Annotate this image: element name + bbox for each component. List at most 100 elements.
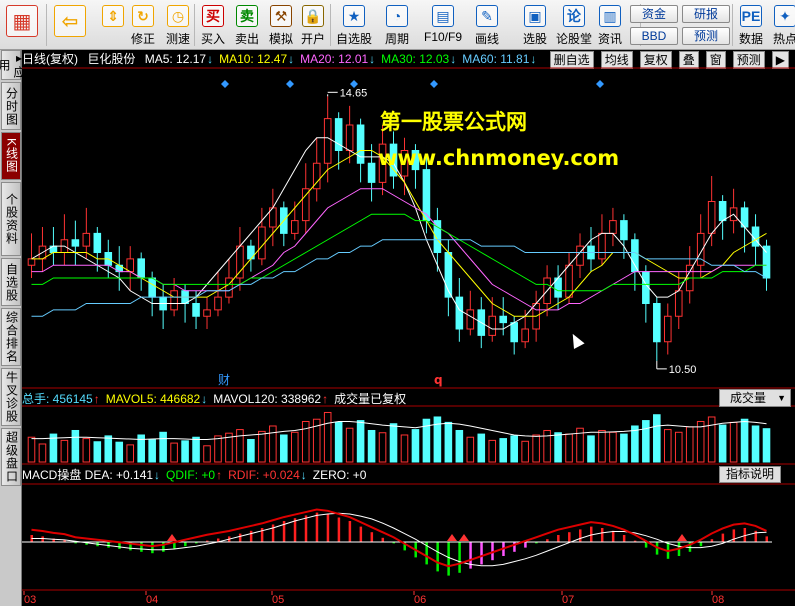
volume-bar [466,436,475,463]
toolbar-separator [194,4,195,46]
volume-bar [685,426,694,463]
candle-body [466,309,475,330]
ma-line-ma10 [31,150,767,317]
volume-bar [718,424,727,463]
volume-bar [247,438,255,463]
macd-bar [622,535,626,542]
chevron-down-icon: ▼ [777,393,786,403]
volume-bar [104,435,113,463]
left-tab-5[interactable]: 综合排名 [1,308,21,366]
volume-bar [71,429,80,463]
volume-bar [148,438,156,463]
toolbar-button-6[interactable]: 卖卖出 [232,3,262,47]
toolbar-icon-button-1[interactable]: ⇦ [48,3,92,47]
volume-bar [214,435,222,463]
macd-signal-arrow-icon [167,534,177,541]
toolbar-button-17[interactable]: ✦ 热点 [770,3,795,47]
volume-bar [488,439,497,463]
period-icon: ◔ [386,5,408,27]
toolbar-button-5[interactable]: 买买入 [198,3,228,47]
toolbar-small-button-3[interactable]: 预测 [682,27,730,45]
toolbar-button-label: 数据 [738,32,763,46]
diamond-marker-0 [221,80,229,88]
volume-bar [532,434,540,463]
volume-bar [38,443,47,463]
toolbar-button-label: 模拟 [268,32,293,46]
toolbar-button-14[interactable]: 论论股堂 [556,3,592,47]
x-axis-label-1: 04 [146,594,158,606]
volume-bar [378,432,387,463]
left-tab-3[interactable]: 个股资料 [1,182,21,256]
volume-bar [751,425,760,463]
candle-body [631,239,639,273]
volume-bar [762,428,771,463]
toolbar-button-12[interactable]: ✎ 画线 [468,3,506,47]
toolbar-button-15[interactable]: ▥ 资讯 [594,3,626,47]
toolbar-button-10[interactable]: ◔ 周期 [378,3,416,47]
candle-body [367,162,376,183]
clock-icon: ◷ [167,5,189,27]
indicator-help-button[interactable]: 指标说明 [719,466,781,483]
toolbar-button-7[interactable]: ⚒ 模拟 [266,3,296,47]
toolbar-separator [330,4,331,46]
volume-bar [707,416,716,463]
candle-body [137,258,145,279]
toolbar-small-button-1[interactable]: BBD [630,27,678,45]
macd-bar [732,529,736,542]
left-tab-1[interactable]: 分时图 [1,82,21,130]
toolbar-small-button-0[interactable]: 资金 [630,5,678,23]
candle-body [620,220,628,241]
left-tab-0[interactable]: ▸应用 [0,50,26,80]
left-tab-4[interactable]: 自选股 [1,258,21,306]
x-axis-label-3: 06 [414,594,426,606]
volume-bar [236,429,244,463]
volume-dropdown[interactable]: 成交量 ▼ [719,389,791,407]
candle-body [455,296,464,330]
candle-body [82,232,91,247]
candle-body [510,322,518,343]
toolbar-button-13[interactable]: ▣ 选股 [516,3,554,47]
macd-bar [315,512,319,542]
toolbar-icon-button-0[interactable]: ▦ [2,3,42,47]
legend-item-3: 成交量已复权 [334,392,407,406]
macd-bar [337,517,341,542]
toolbar-button-3[interactable]: ↻ 修正 [128,3,158,47]
volume-bar [192,436,200,463]
toolbar-button-16[interactable]: PE 数据 [736,3,766,47]
arrow-down-icon: ↓ [300,468,307,482]
legend-item-2: MAVOL120: 338962↑ [213,392,329,406]
toolbar-button-9[interactable]: ★ 自选股 [334,3,374,47]
toolbar-button-label: 测速 [165,32,190,46]
toolbar-button-8[interactable]: 🔒 开户 [298,3,328,47]
left-tab-2[interactable]: K线图 [1,132,21,180]
volume-bar [334,421,343,463]
volume-legend: 总手: 456145↑ MAVOL5: 446682↓ MAVOL120: 3389… [22,392,412,406]
left-tab-bar: ▸应用 分时图 K线图 个股资料 自选股 综合排名 牛叉诊股 超级盘口 [0,50,26,606]
diamond-marker-3 [430,80,438,88]
macd-bar [568,532,571,542]
volume-bar [389,423,398,463]
pencil-icon: ✎ [476,5,498,27]
volume-dropdown-label: 成交量 [730,391,767,405]
left-tab-7[interactable]: 超级盘口 [1,428,21,486]
macd-bar [480,542,483,565]
toolbar-button-4[interactable]: ◷ 测速 [162,3,194,47]
ma-line-ma20 [31,188,767,311]
candle-body [356,124,365,164]
macd-bar [524,542,527,548]
macd-signal-arrow-icon [677,534,687,541]
toolbar-small-button-2[interactable]: 研报 [682,5,730,23]
candle-body [653,303,661,343]
hammer-icon: ⚒ [270,5,292,27]
candle-body [93,232,102,253]
x-axis-label-4: 07 [562,594,574,606]
volume-bar [170,442,178,463]
candle-body [170,290,178,311]
toolbar-button-11[interactable]: ▤ F10/F9 [420,3,466,47]
candle-body [225,277,233,298]
macd-bar [611,530,615,542]
left-tab-6[interactable]: 牛叉诊股 [1,368,21,426]
volume-bar [696,420,705,463]
macd-bar [721,533,725,542]
toolbar-icon-button-2[interactable]: ⇕ [100,3,126,47]
